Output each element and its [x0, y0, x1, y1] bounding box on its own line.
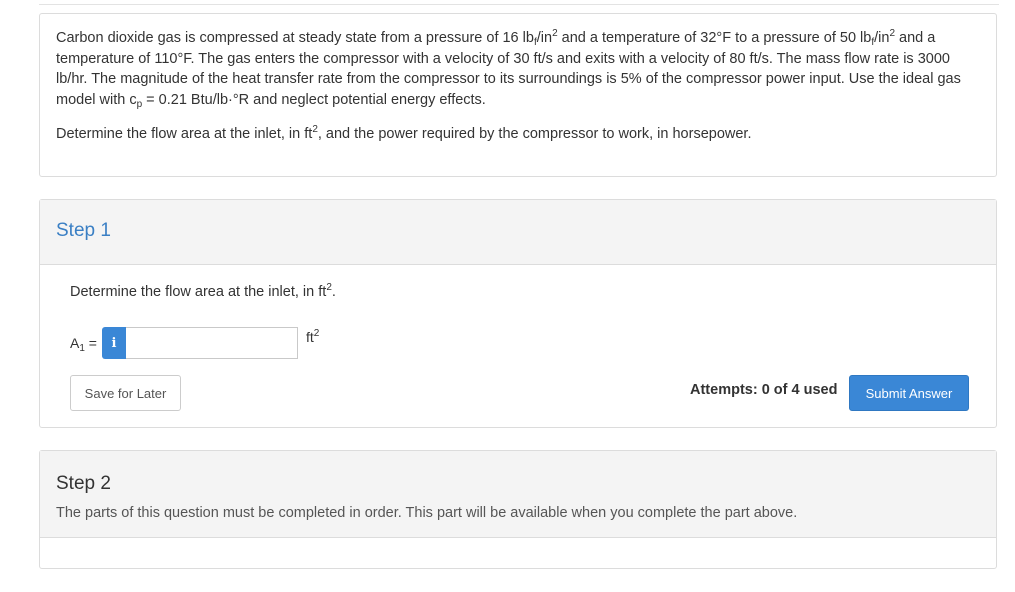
top-divider [39, 4, 999, 5]
variable-label: A1 = [70, 335, 97, 354]
problem-text-part: /in [874, 30, 890, 46]
question-text-part: Determine the flow area at the inlet, in… [56, 126, 313, 142]
step1-instruction: Determine the flow area at the inlet, in… [70, 283, 336, 301]
instruction-text-part: . [331, 284, 336, 300]
info-icon[interactable]: i [101, 327, 126, 359]
problem-card: Carbon dioxide gas is compressed at stea… [39, 13, 997, 177]
page: Carbon dioxide gas is compressed at stea… [0, 0, 1015, 592]
answer-row: A1 = i ft2 [70, 327, 319, 359]
variable-name: A [70, 335, 80, 351]
variable-equals: = [84, 335, 97, 351]
unit-superscript: 2 [313, 328, 320, 339]
problem-superscript: 2 [889, 28, 896, 39]
problem-text-part: Carbon dioxide gas is compressed at stea… [56, 30, 534, 46]
problem-text-part: /in [536, 30, 553, 46]
problem-question: Determine the flow area at the inlet, in… [56, 124, 980, 144]
step1-title: Step 1 [56, 220, 111, 241]
step1-card: Step 1 Determine the flow area at the in… [39, 199, 997, 428]
problem-text-part: = 0.21 Btu/lb·°R and neglect potential e… [142, 91, 486, 108]
step2-card: Step 2 The parts of this question must b… [39, 450, 997, 569]
step2-title: Step 2 [56, 473, 111, 494]
step2-locked-note: The parts of this question must be compl… [56, 505, 798, 521]
attempts-counter: Attempts: 0 of 4 used [690, 382, 838, 398]
problem-text-part: and a temperature of 32°F to a pressure … [557, 30, 872, 46]
unit-text: ft [305, 329, 314, 345]
save-for-later-button[interactable]: Save for Later [70, 375, 181, 411]
problem-statement: Carbon dioxide gas is compressed at stea… [56, 28, 980, 110]
submit-answer-button[interactable]: Submit Answer [849, 375, 969, 411]
unit-label: ft2 [305, 328, 320, 346]
step2-header: Step 2 The parts of this question must b… [40, 451, 996, 538]
instruction-text-part: Determine the flow area at the inlet, in… [70, 284, 327, 300]
step1-header: Step 1 [40, 200, 996, 265]
answer-input[interactable] [125, 327, 298, 359]
question-text-part: , and the power required by the compress… [317, 126, 752, 142]
